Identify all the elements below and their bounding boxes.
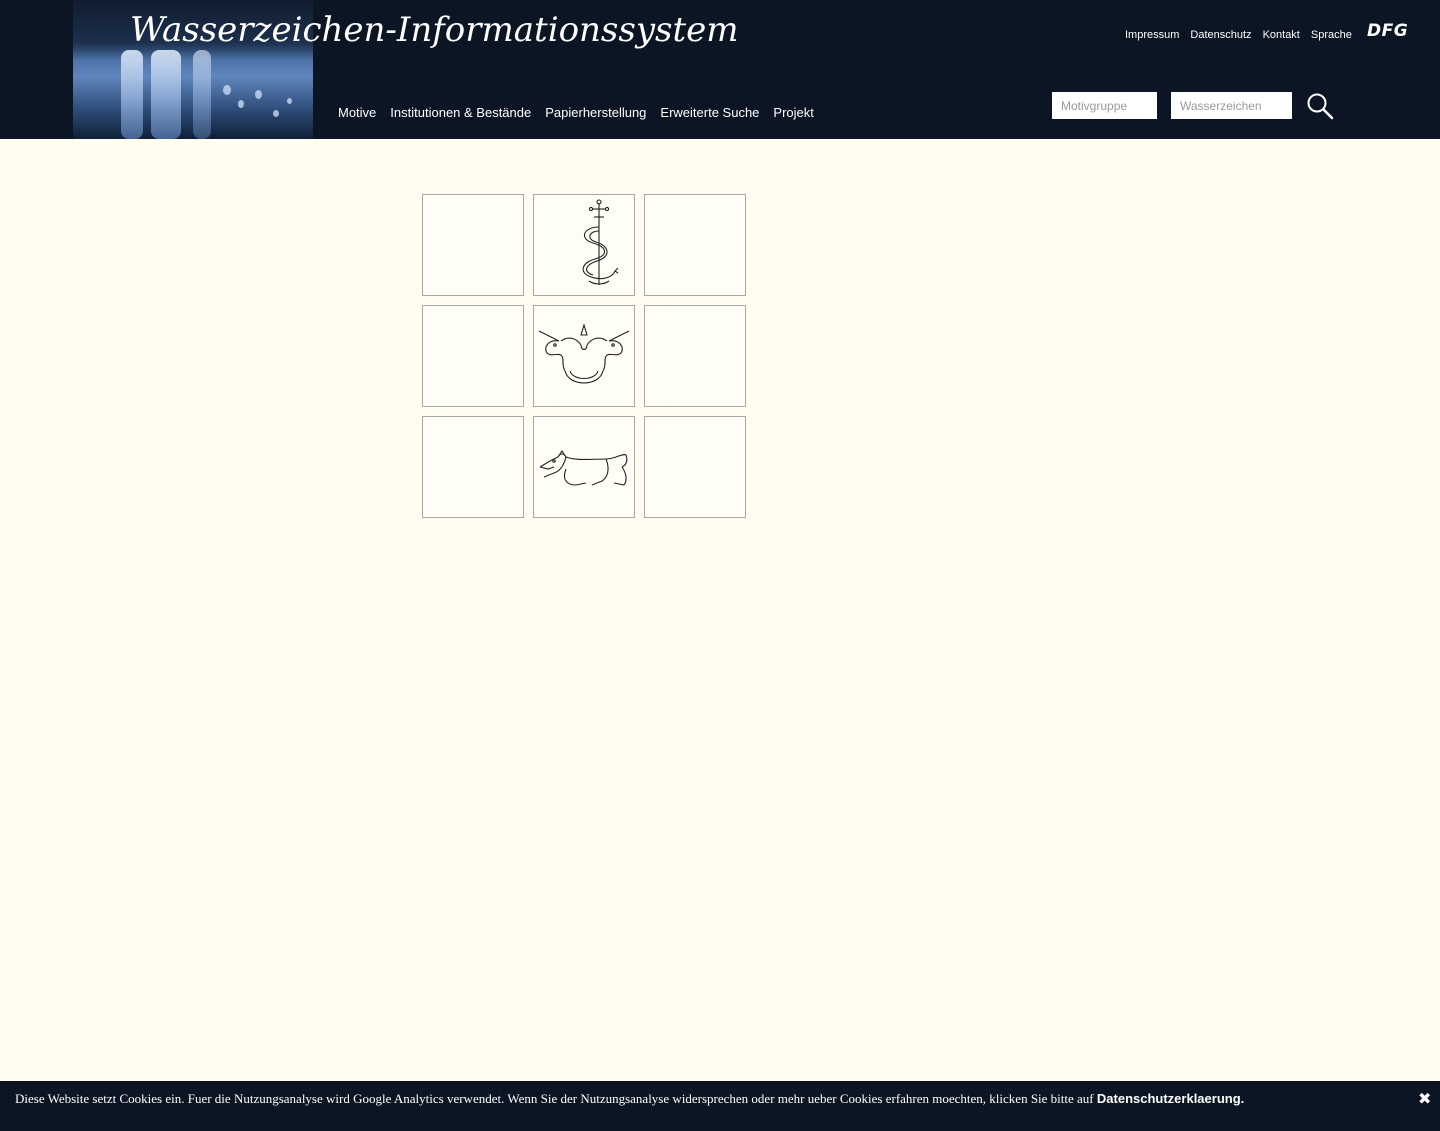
cookie-text: Diese Website setzt Cookies ein. Fuer di… xyxy=(15,1091,1244,1107)
waterfall-stream xyxy=(121,50,143,139)
site-header: Wasserzeichen-Informationssystem Motive … xyxy=(0,0,1440,139)
watermark-grid xyxy=(422,194,746,518)
waterfall-stream xyxy=(193,50,211,139)
main-navigation: Motive Institutionen & Bestände Papierhe… xyxy=(338,105,814,120)
kontakt-link[interactable]: Kontakt xyxy=(1263,29,1300,41)
motivgruppe-input[interactable] xyxy=(1052,92,1157,119)
cookie-banner: Diese Website setzt Cookies ein. Fuer di… xyxy=(0,1081,1440,1131)
watermark-tile[interactable] xyxy=(533,416,635,518)
nav-item-projekt[interactable]: Projekt xyxy=(773,105,813,120)
watermark-tile[interactable] xyxy=(422,416,524,518)
water-splash xyxy=(255,90,262,99)
nav-item-institutionen[interactable]: Institutionen & Bestände xyxy=(390,105,531,120)
close-icon[interactable]: ✖ xyxy=(1418,1089,1431,1108)
nav-item-erweiterte-suche[interactable]: Erweiterte Suche xyxy=(660,105,759,120)
site-title[interactable]: Wasserzeichen-Informationssystem xyxy=(130,10,739,50)
waterfall-stream xyxy=(151,50,181,139)
watermark-tile[interactable] xyxy=(644,194,746,296)
nav-item-papierherstellung[interactable]: Papierherstellung xyxy=(545,105,646,120)
nav-item-motive[interactable]: Motive xyxy=(338,105,376,120)
water-splash xyxy=(287,98,292,104)
magnifier-icon xyxy=(1307,93,1334,120)
dfg-logo[interactable]: DFG xyxy=(1367,21,1408,41)
watermark-tile[interactable] xyxy=(422,194,524,296)
snake-cross-icon xyxy=(582,199,619,285)
wasserzeichen-input[interactable] xyxy=(1171,92,1292,119)
utility-links: Impressum Datenschutz Kontakt Sprache xyxy=(1125,29,1352,41)
watermark-tile[interactable] xyxy=(644,305,746,407)
privacy-policy-link[interactable]: Datenschutzerklaerung. xyxy=(1097,1091,1244,1106)
water-splash xyxy=(238,100,244,108)
water-splash xyxy=(223,85,231,95)
watermark-tile[interactable] xyxy=(533,194,635,296)
datenschutz-link[interactable]: Datenschutz xyxy=(1190,29,1251,41)
impressum-link[interactable]: Impressum xyxy=(1125,29,1179,41)
watermark-tile[interactable] xyxy=(644,416,746,518)
search-button[interactable] xyxy=(1305,92,1335,120)
watermark-tile[interactable] xyxy=(533,305,635,407)
sprache-link[interactable]: Sprache xyxy=(1311,29,1352,41)
two-unicorns-icon xyxy=(538,323,630,384)
watermark-tile[interactable] xyxy=(422,305,524,407)
cookie-message: Diese Website setzt Cookies ein. Fuer di… xyxy=(15,1091,1097,1106)
greyhound-icon xyxy=(539,450,628,486)
water-splash xyxy=(273,110,279,117)
